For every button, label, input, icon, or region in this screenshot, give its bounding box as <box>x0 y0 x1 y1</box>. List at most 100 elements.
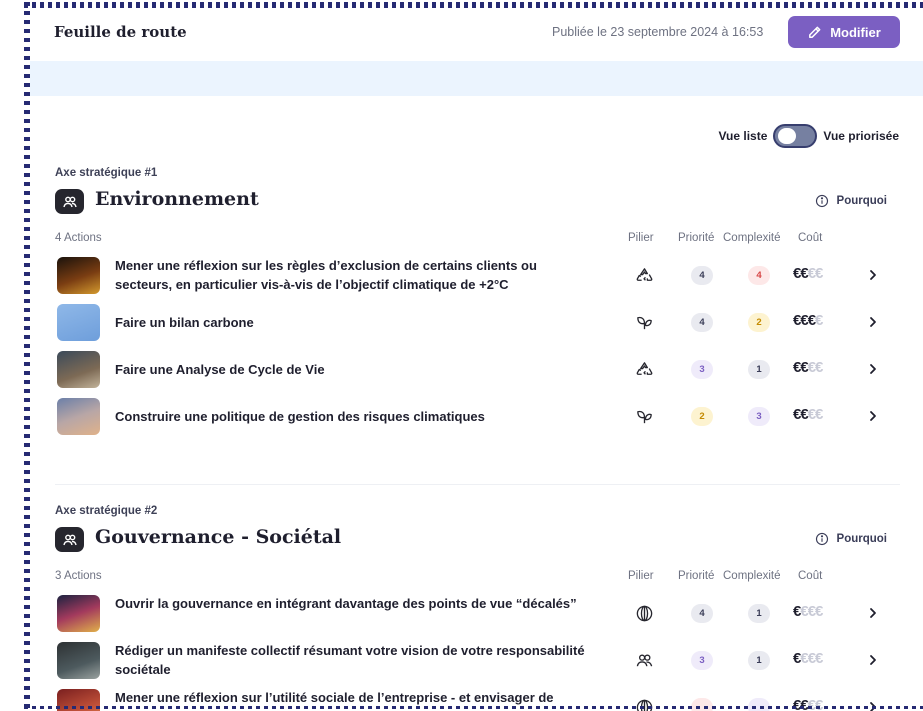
complexity-badge: 1 <box>748 360 770 379</box>
euro-icon: € <box>807 406 816 423</box>
section-divider <box>55 484 900 485</box>
globe-icon <box>633 603 655 623</box>
action-row[interactable]: Mener une réflexion sur les règles d’exc… <box>55 257 900 304</box>
euro-icon: € <box>807 359 816 376</box>
euro-icon: € <box>815 406 823 423</box>
euro-icon: € <box>815 265 823 282</box>
action-title: Rédiger un manifeste collectif résumant … <box>115 643 585 677</box>
column-pillar: Pilier <box>628 570 654 582</box>
axis-title: Environnement <box>95 188 259 210</box>
complexity-badge: 4 <box>748 266 770 285</box>
priority-badge: 4 <box>691 604 713 623</box>
priority-badge: 4 <box>691 266 713 285</box>
euro-icon: € <box>807 312 816 329</box>
cost-indicator: €€€€ <box>793 359 823 376</box>
action-thumbnail <box>57 595 100 632</box>
action-thumbnail <box>57 257 100 294</box>
action-thumbnail <box>57 351 100 388</box>
euro-icon: € <box>815 359 823 376</box>
action-row[interactable]: Rédiger un manifeste collectif résumant … <box>55 642 900 689</box>
strategic-axis-governance: Axe stratégique #2 Gouvernance - Sociétal… <box>55 505 900 711</box>
view-toggle: Vue liste Vue priorisée <box>718 124 899 148</box>
euro-icon: € <box>807 265 816 282</box>
axis-header: Gouvernance - Sociétal Pourquoi <box>55 526 900 556</box>
axis-title: Gouvernance - Sociétal <box>95 526 342 548</box>
toggle-knob <box>778 128 797 144</box>
page-title: Feuille de route <box>54 23 187 41</box>
action-row[interactable]: Faire un bilan carbone 4 2 €€€€ <box>55 304 900 351</box>
euro-icon: € <box>815 312 823 329</box>
count: 4 Actions <box>55 232 102 244</box>
page-header: Feuille de route Publiée le 23 septembre… <box>30 8 923 56</box>
priority-badge: 3 <box>691 651 713 670</box>
info-icon <box>815 194 828 208</box>
column-priority: Priorité <box>678 570 715 582</box>
chevron-right-icon[interactable] <box>866 409 880 423</box>
column-complexity: Complexité <box>723 570 781 582</box>
euro-icon: € <box>815 603 823 620</box>
selection-frame-bottom <box>24 706 923 709</box>
action-row[interactable]: Faire une Analyse de Cycle de Vie 3 1 €€€€ <box>55 351 900 398</box>
action-thumbnail <box>57 304 100 341</box>
axis-kicker: Axe stratégique #1 <box>55 167 158 179</box>
cost-indicator: €€€€ <box>793 312 823 329</box>
view-toggle-switch[interactable] <box>773 124 818 148</box>
column-pillar: Pilier <box>628 232 654 244</box>
count: 3 Actions <box>55 570 102 582</box>
action-row[interactable]: Construire une politique de gestion des … <box>55 398 900 445</box>
complexity-badge: 1 <box>748 604 770 623</box>
action-thumbnail <box>57 642 100 679</box>
action-thumbnail <box>57 398 100 435</box>
column-header: 3 Actions Pilier Priorité Complexité Coût <box>55 570 900 586</box>
axis-kicker: Axe stratégique #2 <box>55 505 158 517</box>
action-title: Mener une réflexion sur l’utilité social… <box>115 690 554 705</box>
axis-header: Environnement Pourquoi <box>55 188 900 218</box>
edit-button[interactable]: Modifier <box>788 16 900 48</box>
action-title: Construire une politique de gestion des … <box>115 408 485 424</box>
people-icon <box>633 650 655 670</box>
euro-icon: € <box>807 603 816 620</box>
chevron-right-icon[interactable] <box>866 606 880 620</box>
info-banner <box>30 61 923 96</box>
pencil-icon <box>809 26 821 38</box>
complexity-badge: 1 <box>748 651 770 670</box>
complexity-badge <box>748 698 770 711</box>
column-header: 4 Actions Pilier Priorité Complexité Coût <box>55 232 900 248</box>
leaf-icon <box>633 406 655 426</box>
info-icon <box>815 532 828 546</box>
chevron-right-icon[interactable] <box>866 315 880 329</box>
euro-icon: € <box>800 312 808 329</box>
why-button[interactable]: Pourquoi <box>815 194 887 208</box>
chevron-right-icon[interactable] <box>866 653 880 667</box>
view-prioritized-label[interactable]: Vue priorisée <box>823 129 899 143</box>
strategic-axis-environment: Axe stratégique #1 Environnement Pourquoi 4… <box>55 167 900 445</box>
people-icon <box>55 527 84 552</box>
chevron-right-icon[interactable] <box>866 362 880 376</box>
euro-icon: € <box>800 603 808 620</box>
priority-badge: 4 <box>691 313 713 332</box>
column-cost: Coût <box>798 570 823 582</box>
column-complexity: Complexité <box>723 232 781 244</box>
priority-badge: 2 <box>691 407 713 426</box>
action-row[interactable]: Ouvrir la gouvernance en intégrant davan… <box>55 595 900 642</box>
published-date: Publiée le 23 septembre 2024 à 16:53 <box>552 25 764 39</box>
edit-button-label: Modifier <box>830 24 881 40</box>
chevron-right-icon[interactable] <box>866 268 880 282</box>
euro-icon: € <box>815 650 823 667</box>
cost-indicator: €€€€ <box>793 603 823 620</box>
view-list-label[interactable]: Vue liste <box>718 129 767 143</box>
selection-frame-left <box>24 2 30 711</box>
action-title: Mener une réflexion sur les règles d’exc… <box>115 258 537 292</box>
action-title: Faire un bilan carbone <box>115 314 254 330</box>
action-title: Faire une Analyse de Cycle de Vie <box>115 361 325 377</box>
euro-icon: € <box>807 650 816 667</box>
euro-icon: € <box>800 265 808 282</box>
why-button[interactable]: Pourquoi <box>815 532 887 546</box>
why-label: Pourquoi <box>836 195 887 207</box>
cost-indicator: €€€€ <box>793 265 823 282</box>
complexity-badge: 3 <box>748 407 770 426</box>
why-label: Pourquoi <box>836 533 887 545</box>
cost-indicator: €€€€ <box>793 406 823 423</box>
column-priority: Priorité <box>678 232 715 244</box>
action-title: Ouvrir la gouvernance en intégrant davan… <box>115 596 577 611</box>
